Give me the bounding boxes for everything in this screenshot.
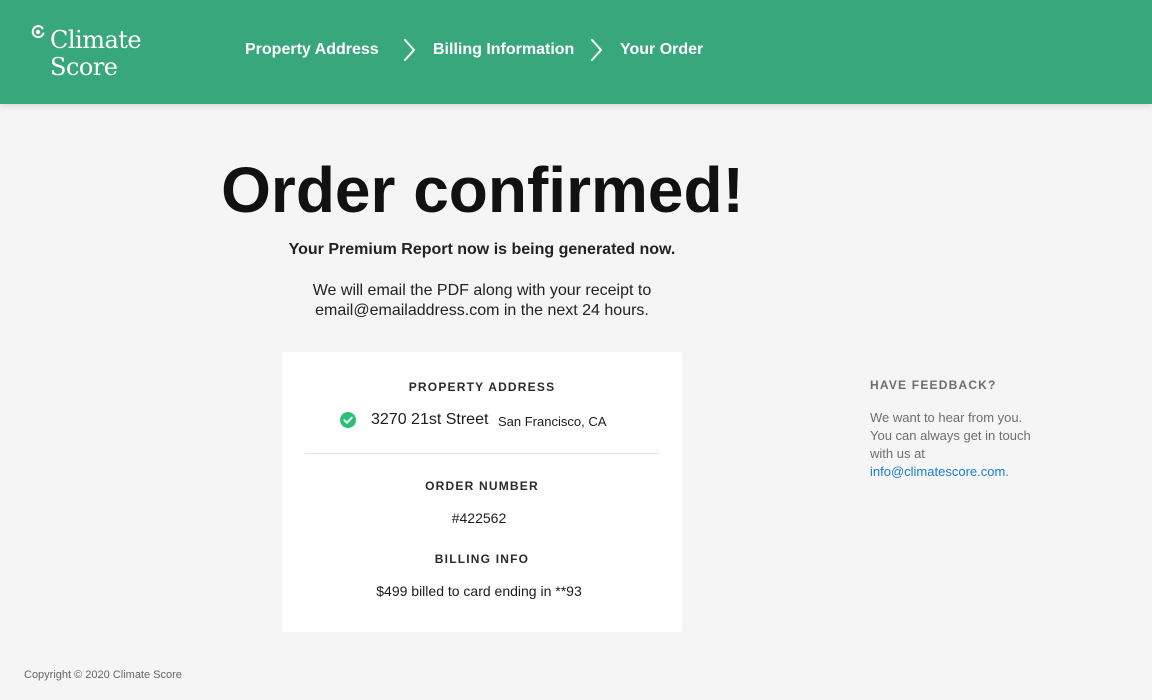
nav-step-your-order[interactable]: Your Order	[620, 40, 703, 60]
brand-name-line2: Score	[50, 53, 118, 81]
feedback-trailing-period: .	[1005, 464, 1009, 479]
property-city: San Francisco, CA	[498, 414, 607, 429]
brand-name-line1: Climate	[50, 26, 142, 54]
feedback-message: We want to hear from you. You can always…	[870, 410, 1031, 461]
chevron-right-icon	[404, 39, 415, 61]
nav-step-property-address[interactable]: Property Address	[245, 40, 379, 60]
confirmation-message-line2: email@emailaddress.com in the next 24 ho…	[315, 302, 649, 319]
order-number-value: #422562	[451, 510, 507, 526]
property-street: 3270 21st Street	[371, 411, 489, 428]
chevron-right-icon	[591, 39, 602, 61]
check-circle-icon	[340, 412, 356, 428]
top-header: Climate Score Property Address Billing I…	[0, 0, 1152, 104]
confirmation-message: We will email the PDF along with your re…	[232, 281, 732, 321]
climate-score-logo-mark-icon	[31, 25, 45, 39]
feedback-text: We want to hear from you. You can always…	[870, 409, 1042, 481]
card-divider	[305, 453, 659, 454]
property-address-label: PROPERTY ADDRESS	[408, 380, 556, 394]
order-summary-card: PROPERTY ADDRESS 3270 21st Street San Fr…	[282, 352, 682, 632]
nav-step-billing-information[interactable]: Billing Information	[433, 40, 574, 60]
confirmation-message-line1: We will email the PDF along with your re…	[312, 282, 652, 299]
feedback-email-link[interactable]: info@climatescore.com	[870, 464, 1005, 479]
property-address-row: 3270 21st Street San Francisco, CA	[282, 410, 682, 432]
confirmation-subtitle: Your Premium Report now is being generat…	[288, 241, 676, 258]
page-title: Order confirmed!	[221, 154, 744, 226]
billing-info-value: $499 billed to card ending in **93	[376, 583, 582, 599]
feedback-title: HAVE FEEDBACK?	[870, 378, 997, 392]
order-number-label: ORDER NUMBER	[425, 479, 539, 493]
brand-logo[interactable]: Climate Score	[30, 24, 160, 84]
billing-info-label: BILLING INFO	[434, 552, 530, 566]
footer-copyright: Copyright © 2020 Climate Score	[24, 669, 182, 681]
